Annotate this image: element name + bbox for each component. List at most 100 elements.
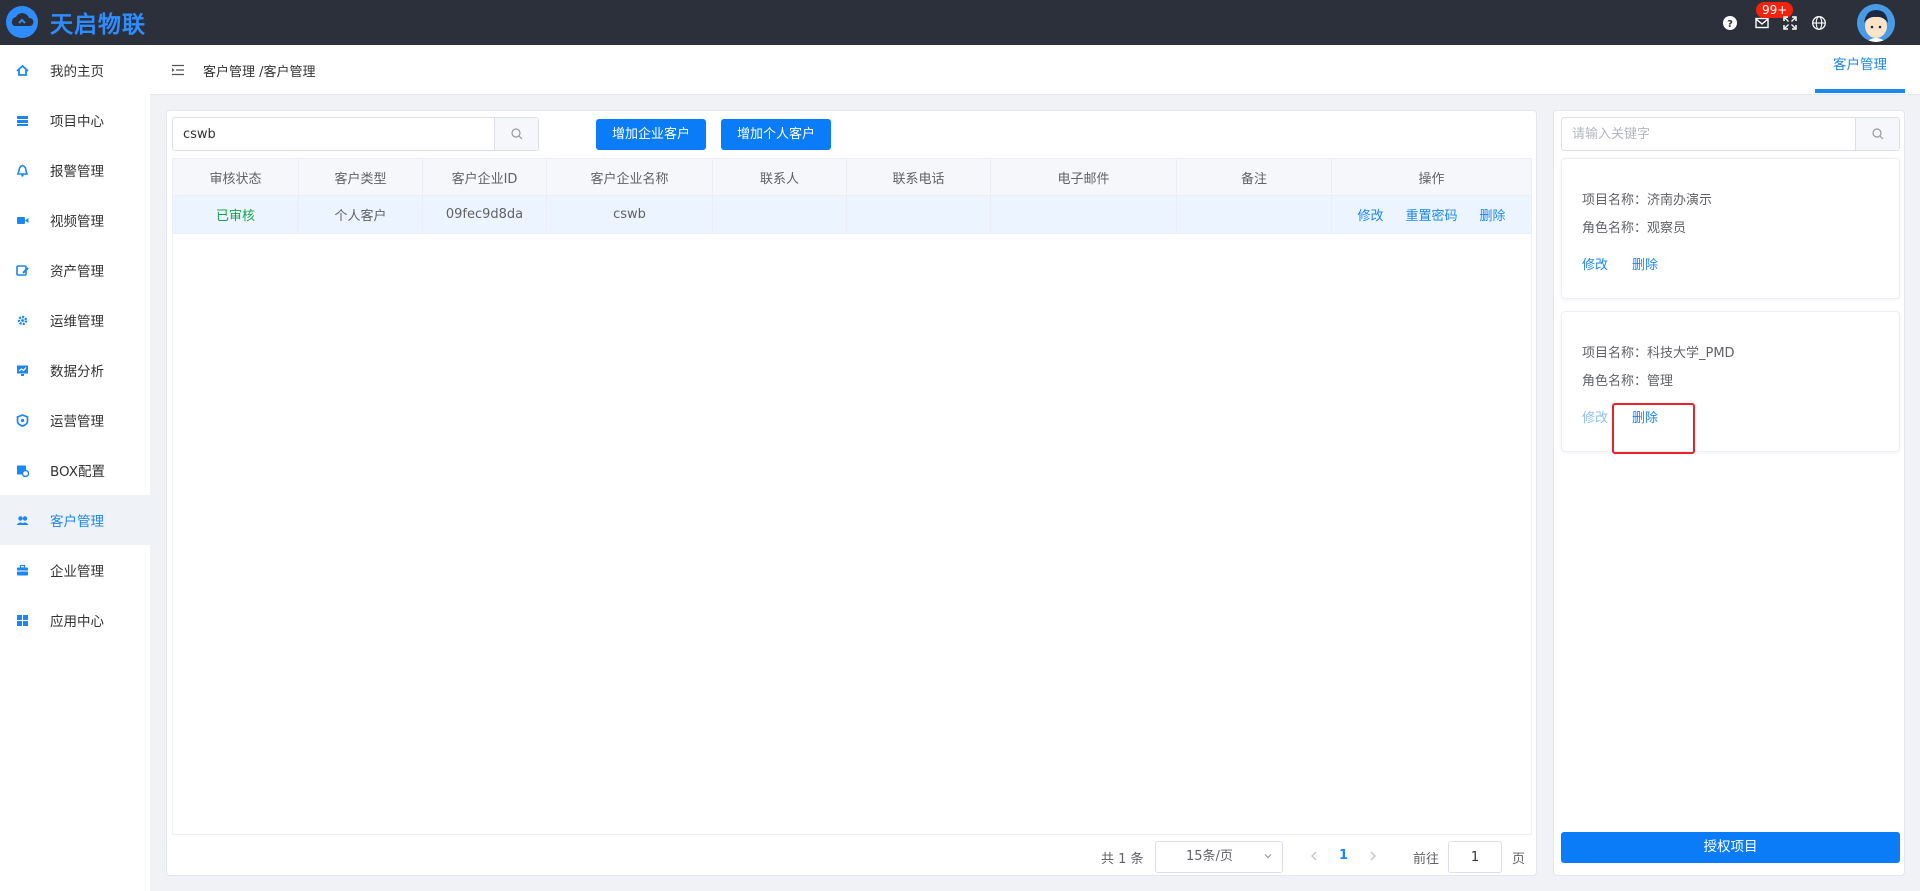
- current-page[interactable]: 1: [1339, 848, 1348, 863]
- sidebar-item-alarms[interactable]: 报警管理: [0, 145, 150, 195]
- logo-text: 天启物联: [50, 12, 146, 38]
- phone-cell: [847, 196, 991, 233]
- sidebar-item-label: 项目中心: [50, 114, 104, 130]
- column-header: 联系人: [713, 159, 847, 195]
- sidebar-item-ops[interactable]: 运维管理: [0, 295, 150, 345]
- customer-search-button[interactable]: [494, 118, 538, 150]
- help-icon[interactable]: ?: [1722, 15, 1738, 31]
- sidebar-item-label: 运维管理: [50, 314, 104, 330]
- customer-table: 审核状态 客户类型 客户企业ID 客户企业名称 联系人 联系电话 电子邮件 备注…: [172, 158, 1532, 835]
- tab-customer-management[interactable]: 客户管理: [1815, 45, 1905, 93]
- gear-icon: [17, 315, 28, 325]
- users-icon: [16, 515, 29, 525]
- customer-type-cell: 个人客户: [299, 196, 423, 233]
- column-header: 电子邮件: [991, 159, 1177, 195]
- project-search-input[interactable]: [1562, 118, 1855, 150]
- page-header: 客户管理 /客户管理 客户管理: [150, 45, 1920, 95]
- box-config-icon: [17, 465, 29, 477]
- sidebar-item-label: 视频管理: [50, 214, 104, 230]
- sidebar-item-label: 我的主页: [50, 64, 104, 80]
- column-header: 备注: [1177, 159, 1332, 195]
- remark-cell: [1177, 196, 1332, 233]
- next-page-icon[interactable]: [1366, 847, 1380, 865]
- pagination: 共 1 条 15条/页 1 前往 页: [167, 838, 1538, 874]
- shield-icon: [16, 413, 29, 427]
- role-name-line: 角色名称：管理: [1582, 374, 1674, 389]
- column-header: 客户类型: [299, 159, 423, 195]
- cloud-logo-icon: [6, 6, 38, 38]
- menu-toggle-icon[interactable]: [172, 64, 184, 76]
- authorize-project-button[interactable]: 授权项目: [1561, 832, 1900, 863]
- logo[interactable]: 天启物联: [4, 5, 146, 39]
- edit-project-link[interactable]: 修改: [1582, 407, 1608, 426]
- customer-search: [172, 117, 539, 151]
- sidebar-item-label: 企业管理: [50, 564, 104, 580]
- project-search: [1561, 117, 1900, 151]
- add-personal-customer-button[interactable]: 增加个人客户: [721, 119, 831, 150]
- contact-cell: [713, 196, 847, 233]
- column-header: 联系电话: [847, 159, 991, 195]
- column-header: 客户企业ID: [423, 159, 547, 195]
- user-avatar-icon: [1857, 4, 1895, 42]
- sidebar-item-home[interactable]: 我的主页: [0, 45, 150, 95]
- sidebar-item-label: 运营管理: [50, 414, 104, 430]
- edit-customer-link[interactable]: 修改: [1357, 205, 1383, 224]
- sidebar-item-operations[interactable]: 运营管理: [0, 395, 150, 445]
- avatar[interactable]: [1857, 4, 1895, 42]
- delete-customer-link[interactable]: 删除: [1480, 205, 1506, 224]
- project-name-line: 项目名称：科技大学_PMD: [1582, 346, 1735, 361]
- project-card: 项目名称：济南办演示 角色名称：观察员 修改 删除: [1561, 158, 1900, 299]
- customer-search-input[interactable]: [173, 118, 494, 150]
- pagination-total: 共 1 条: [1101, 852, 1144, 867]
- project-name-line: 项目名称：济南办演示: [1582, 193, 1713, 208]
- delete-project-link[interactable]: 删除: [1632, 254, 1658, 273]
- customer-list-panel: 增加企业客户 增加个人客户 审核状态 客户类型 客户企业ID 客户企业名称 联系…: [166, 110, 1537, 876]
- customer-id-cell: 09fec9d8da: [423, 196, 547, 233]
- search-icon: [510, 128, 522, 140]
- sidebar: 我的主页 项目中心 报警管理 视频管理 资产管理 运维管理 数据分析 运营管理 …: [0, 45, 150, 891]
- svg-text:?: ?: [1727, 19, 1733, 30]
- customer-name-cell: cswb: [547, 196, 713, 233]
- video-icon: [17, 216, 29, 224]
- sidebar-item-customers[interactable]: 客户管理: [0, 495, 150, 545]
- top-bar: 天启物联 ? 99+: [0, 0, 1920, 45]
- layers-icon: [17, 115, 28, 126]
- sidebar-item-enterprise[interactable]: 企业管理: [0, 545, 150, 595]
- sidebar-item-analytics[interactable]: 数据分析: [0, 345, 150, 395]
- goto-page-input[interactable]: [1448, 841, 1502, 873]
- page-unit-label: 页: [1512, 852, 1526, 867]
- sidebar-item-label: BOX配置: [50, 464, 106, 480]
- highlight-annotation: [1612, 403, 1695, 454]
- sidebar-item-box-config[interactable]: BOX配置: [0, 445, 150, 495]
- email-cell: [991, 196, 1177, 233]
- edit-project-link[interactable]: 修改: [1582, 254, 1608, 273]
- column-header: 操作: [1418, 171, 1445, 187]
- sidebar-item-apps[interactable]: 应用中心: [0, 595, 150, 645]
- actions-cell: 修改 重置密码 删除: [1332, 196, 1531, 233]
- reset-password-link[interactable]: 重置密码: [1405, 205, 1457, 224]
- sidebar-item-assets[interactable]: 资产管理: [0, 245, 150, 295]
- page-size-value: 15条/页: [1186, 849, 1233, 864]
- sidebar-item-label: 资产管理: [50, 264, 104, 280]
- briefcase-icon: [17, 564, 28, 575]
- add-enterprise-customer-button[interactable]: 增加企业客户: [596, 119, 706, 150]
- sidebar-item-projects[interactable]: 项目中心: [0, 95, 150, 145]
- fullscreen-icon[interactable]: [1782, 15, 1798, 31]
- column-header: 客户企业名称: [547, 159, 713, 195]
- monitor-chart-icon: [17, 365, 28, 376]
- role-name-line: 角色名称：观察员: [1582, 221, 1687, 236]
- sidebar-item-video[interactable]: 视频管理: [0, 195, 150, 245]
- page-size-select[interactable]: 15条/页: [1155, 841, 1283, 873]
- table-row[interactable]: 已审核 个人客户 09fec9d8da cswb 修改 重置密码 删除: [173, 196, 1531, 234]
- project-search-button[interactable]: [1855, 118, 1899, 150]
- authorized-projects-panel: 项目名称：济南办演示 角色名称：观察员 修改 删除 项目名称：科技大学_PMD …: [1553, 110, 1905, 876]
- sidebar-item-label: 客户管理: [50, 514, 104, 530]
- home-icon: [16, 64, 29, 76]
- breadcrumb: 客户管理 /客户管理: [203, 65, 316, 80]
- status-badge: 已审核: [173, 196, 299, 233]
- goto-label: 前往: [1413, 852, 1440, 867]
- prev-page-icon[interactable]: [1307, 847, 1321, 865]
- bell-icon: [16, 164, 29, 177]
- grid-icon: [17, 614, 28, 626]
- globe-icon[interactable]: [1811, 15, 1827, 31]
